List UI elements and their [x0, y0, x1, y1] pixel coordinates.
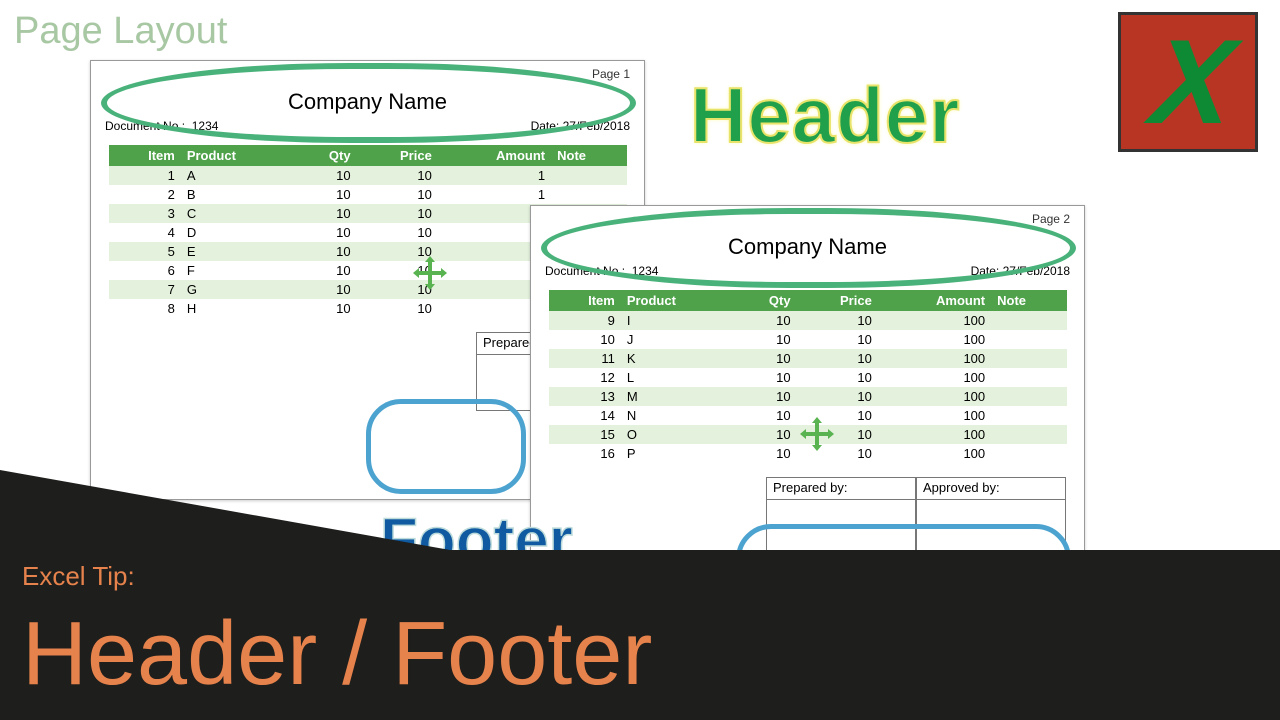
table-row: 1A10101: [109, 166, 627, 185]
date-label: Date:: [971, 264, 1000, 278]
bottom-band: Excel Tip: Header / Footer: [0, 550, 1280, 720]
col-product: Product: [621, 290, 734, 311]
data-table-2: Item Product Qty Price Amount Note 9I101…: [549, 290, 1067, 463]
col-amount: Amount: [878, 290, 991, 311]
header-meta: Document No.: 1234 Date: 27/Feb/2018: [91, 119, 644, 133]
page-number: Page 2: [1032, 212, 1070, 226]
app-logo: X: [1118, 12, 1258, 152]
decorative-diagonal: [0, 470, 450, 550]
col-qty: Qty: [734, 290, 796, 311]
date-value: 27/Feb/2018: [563, 119, 630, 133]
table-row: 2B10101: [109, 185, 627, 204]
col-amount: Amount: [438, 145, 551, 166]
col-item: Item: [109, 145, 181, 166]
doc-value: 1234: [632, 264, 659, 278]
table-row: 14N1010100: [549, 406, 1067, 425]
logo-letter: X: [1147, 22, 1230, 142]
company-title: Company Name: [91, 89, 644, 115]
table-header-row: Item Product Qty Price Amount Note: [109, 145, 627, 166]
table-header-row: Item Product Qty Price Amount Note: [549, 290, 1067, 311]
table-row: 9I1010100: [549, 311, 1067, 330]
table-row: 10J1010100: [549, 330, 1067, 349]
slide-title: Header / Footer: [22, 603, 652, 706]
approved-by-box: Approved by:: [916, 477, 1066, 556]
header-meta: Document No.: 1234 Date: 27/Feb/2018: [531, 264, 1084, 278]
prepared-by-label: Prepared by:: [767, 478, 915, 500]
table-row: 12L1010100: [549, 368, 1067, 387]
col-item: Item: [549, 290, 621, 311]
col-note: Note: [991, 290, 1067, 311]
col-price: Price: [357, 145, 438, 166]
table-row: 13M1010100: [549, 387, 1067, 406]
excel-tip-label: Excel Tip:: [22, 561, 135, 592]
col-qty: Qty: [294, 145, 356, 166]
col-product: Product: [181, 145, 294, 166]
page-number: Page 1: [592, 67, 630, 81]
table-row: 16P1010100: [549, 444, 1067, 463]
page-layout-label: Page Layout: [14, 10, 227, 53]
date-label: Date:: [531, 119, 560, 133]
col-note: Note: [551, 145, 627, 166]
company-title: Company Name: [531, 234, 1084, 260]
header-callout: Header: [690, 70, 960, 161]
prepared-by-box: Prepared by:: [766, 477, 916, 556]
doc-label: Document No.:: [105, 119, 185, 133]
table-row: 15O1010100: [549, 425, 1067, 444]
date-value: 27/Feb/2018: [1003, 264, 1070, 278]
doc-value: 1234: [192, 119, 219, 133]
col-price: Price: [797, 290, 878, 311]
table-row: 11K1010100: [549, 349, 1067, 368]
approved-by-label: Approved by:: [917, 478, 1065, 500]
doc-label: Document No.:: [545, 264, 625, 278]
signature-area: Prepared by: Approved by:: [531, 477, 1066, 556]
